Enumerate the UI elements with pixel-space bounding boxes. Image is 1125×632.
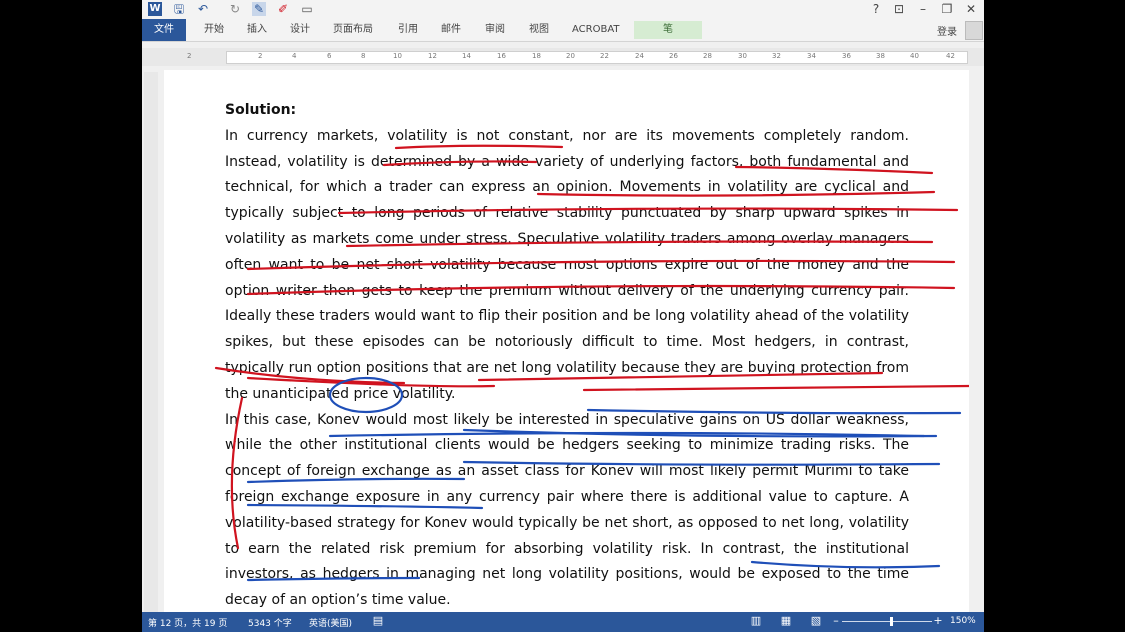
tab-file[interactable]: 文件	[142, 19, 186, 41]
ruler-tick: 26	[669, 52, 678, 60]
zoom-out-icon[interactable]: –	[830, 615, 842, 627]
pen-icon[interactable]: ✎	[252, 2, 266, 16]
print-layout-icon[interactable]: ▦	[780, 615, 792, 627]
ruler-tick: 28	[703, 52, 712, 60]
page-indicator[interactable]: 第 12 页，共 19 页	[148, 616, 227, 629]
marker-icon[interactable]: ✐	[276, 2, 290, 16]
tab-view[interactable]: 视图	[529, 22, 549, 38]
proofing-icon[interactable]: ▤	[372, 615, 384, 627]
ruler-band	[226, 51, 968, 64]
tab-design[interactable]: 设计	[290, 22, 310, 38]
save-icon[interactable]: 🖫	[172, 2, 186, 16]
restore-icon[interactable]: ❐	[938, 1, 956, 17]
ruler-tick: 20	[566, 52, 575, 60]
undo-icon[interactable]: ↶	[196, 2, 210, 16]
ribbon-tabs: 文件 开始 插入 设计 页面布局 引用 邮件 审阅 视图 ACROBAT 笔 登…	[142, 19, 984, 42]
red-bracket	[230, 396, 244, 550]
close-icon[interactable]: ✕	[962, 1, 980, 17]
ruler-tick: 8	[361, 52, 366, 60]
ruler-tick: 12	[428, 52, 437, 60]
red-underline	[477, 371, 884, 382]
title-bar: W 🖫 ↶ ↻ ✎ ✐ ▭ ? ⊡ – ❐ ✕	[142, 0, 984, 19]
ruler-tick: 36	[842, 52, 851, 60]
blue-underline	[462, 460, 941, 466]
help-icon[interactable]: ?	[867, 1, 885, 17]
red-underline	[382, 160, 538, 167]
ruler-tick: 2	[258, 52, 263, 60]
tab-home[interactable]: 开始	[204, 22, 224, 38]
sign-in-link[interactable]: 登录	[937, 23, 957, 38]
ruler-tick: 4	[292, 52, 297, 60]
tab-insert[interactable]: 插入	[247, 22, 267, 38]
word-count[interactable]: 5343 个字	[248, 616, 292, 629]
red-underline	[582, 384, 969, 392]
ruler-tick: 18	[532, 52, 541, 60]
avatar[interactable]	[965, 21, 983, 40]
blue-ink-strokes	[246, 376, 962, 582]
red-underline	[337, 207, 959, 215]
tab-pen[interactable]: 笔	[634, 21, 702, 39]
tab-page-layout[interactable]: 页面布局	[333, 22, 373, 38]
ruler-tick: 42	[946, 52, 955, 60]
blue-underline	[246, 503, 484, 510]
ruler-tick: 38	[876, 52, 885, 60]
ruler-tick: 14	[462, 52, 471, 60]
red-underline	[246, 284, 956, 296]
ruler-tick: 34	[807, 52, 816, 60]
vertical-ruler[interactable]	[144, 72, 158, 612]
zoom-level[interactable]: 150%	[950, 616, 976, 626]
red-underline	[394, 144, 564, 150]
tab-acrobat[interactable]: ACROBAT	[572, 22, 620, 38]
tab-references[interactable]: 引用	[398, 22, 418, 38]
red-underline	[536, 190, 936, 197]
blue-underline	[586, 408, 962, 415]
red-underline	[246, 259, 956, 271]
tab-mailings[interactable]: 邮件	[441, 22, 461, 38]
blue-underline	[246, 576, 421, 582]
ruler-tick: 22	[600, 52, 609, 60]
zoom-slider-thumb[interactable]	[890, 617, 893, 626]
ruler-tick: 24	[635, 52, 644, 60]
ruler-tick: 10	[393, 52, 402, 60]
blue-underline	[246, 477, 466, 484]
red-ink-strokes	[214, 144, 969, 550]
horizontal-ruler[interactable]: 2 2 4 6 8 10 12 14 16 18 20 22 24 26 28 …	[142, 48, 984, 66]
web-layout-icon[interactable]: ▧	[810, 615, 822, 627]
red-underline	[345, 240, 934, 248]
status-bar: 第 12 页，共 19 页 5343 个字 英语(美国) ▤ ▥ ▦ ▧ – +…	[142, 612, 984, 632]
redo-icon[interactable]: ↻	[228, 2, 242, 16]
word-app-icon: W	[148, 2, 162, 16]
ruler-tick: 30	[738, 52, 747, 60]
ruler-tick: 32	[772, 52, 781, 60]
zoom-in-icon[interactable]: +	[932, 615, 944, 627]
ruler-tick: 2	[187, 52, 192, 60]
read-mode-icon[interactable]: ▥	[750, 615, 762, 627]
tab-review[interactable]: 审阅	[485, 22, 505, 38]
minimize-icon[interactable]: –	[914, 1, 932, 17]
blue-underline	[750, 560, 941, 569]
red-underline	[734, 165, 934, 175]
ribbon-display-icon[interactable]: ⊡	[890, 1, 908, 17]
ruler-tick: 16	[497, 52, 506, 60]
language-indicator[interactable]: 英语(美国)	[309, 616, 352, 629]
ruler-tick: 6	[327, 52, 332, 60]
zoom-slider[interactable]	[842, 621, 932, 622]
ruler-tick: 40	[910, 52, 919, 60]
document-page[interactable]: Solution: In currency markets, volatilit…	[164, 70, 969, 615]
layout-icon[interactable]: ▭	[300, 2, 314, 16]
word-window: W 🖫 ↶ ↻ ✎ ✐ ▭ ? ⊡ – ❐ ✕ 文件 开始 插入 设计 页面布局…	[142, 0, 984, 632]
ink-annotations	[214, 144, 969, 582]
